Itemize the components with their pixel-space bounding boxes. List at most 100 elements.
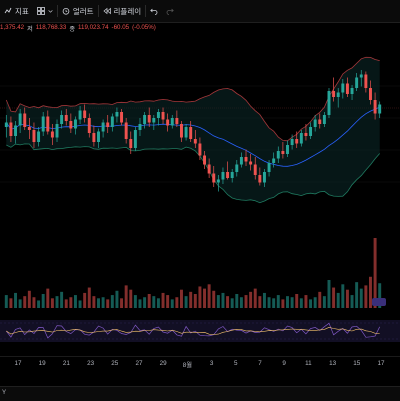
volume-bar <box>262 292 266 308</box>
candle-body <box>106 122 110 127</box>
volume-bar <box>207 284 211 308</box>
volume-bar <box>290 297 294 308</box>
candle-body <box>69 121 73 129</box>
candle-body <box>369 88 372 100</box>
redo-button[interactable] <box>162 0 178 22</box>
candle-body <box>235 164 239 172</box>
redo-icon <box>166 8 174 15</box>
candle-body <box>244 157 248 162</box>
volume-bar <box>97 298 100 308</box>
volume-bar <box>106 299 110 308</box>
band-fill <box>6 57 380 203</box>
grid-layout-icon <box>36 7 45 15</box>
time-tick-label: 7 <box>258 360 262 367</box>
legend-change-value: 119,023.74 <box>78 24 109 31</box>
indicators-button[interactable]: 지표 <box>0 0 33 22</box>
candle-body <box>152 118 156 123</box>
legend-close-key: 저 <box>27 26 33 33</box>
alarm-clock-icon <box>62 8 70 15</box>
candle-body <box>92 133 96 142</box>
volume-bar <box>92 296 96 308</box>
candle-body <box>46 116 50 132</box>
volume-bar <box>239 297 243 308</box>
volume-bar <box>9 298 13 308</box>
candle-body <box>212 173 216 183</box>
time-tick-label: 25 <box>111 360 119 367</box>
time-axis[interactable]: 17 19 21 23 25 27 29 8월 3 5 7 9 11 13 15 17 <box>0 356 400 371</box>
candle-body <box>14 125 17 136</box>
candle-body <box>78 110 82 120</box>
volume-bar <box>64 299 68 308</box>
replay-button[interactable]: 리플레이 <box>99 0 146 22</box>
volume-bar <box>345 289 349 308</box>
volume-badge <box>372 298 386 306</box>
candle-body <box>189 127 193 139</box>
price-chart[interactable] <box>0 36 400 356</box>
candle-body <box>281 151 285 154</box>
candle-body <box>309 127 313 136</box>
candle-body <box>258 175 262 183</box>
alert-button[interactable]: 얼러트 <box>58 0 98 22</box>
candle-body <box>147 115 151 123</box>
candle-body <box>304 133 308 136</box>
volume-bar <box>369 276 372 308</box>
candle-body <box>55 124 59 138</box>
volume-bar <box>32 297 36 308</box>
volume-bar <box>73 295 77 308</box>
volume-bar <box>244 295 248 308</box>
alert-label: 얼러트 <box>72 6 94 16</box>
legend-change-amount: -60.05 <box>111 24 130 31</box>
candle-body <box>18 113 22 126</box>
candle-body <box>41 116 45 132</box>
time-tick-label: 9 <box>282 360 286 367</box>
candle-body <box>332 91 336 97</box>
candle-body <box>129 139 133 148</box>
legend-low-value: 1,375.42 <box>0 24 25 31</box>
candle-body <box>322 115 326 124</box>
candle-body <box>50 131 54 138</box>
volume-bar <box>37 300 41 308</box>
volume-bar <box>198 286 202 308</box>
legend-change-percent: (-0.05%) <box>132 24 156 31</box>
volume-bar <box>322 296 326 308</box>
candle-body <box>60 115 64 124</box>
undo-button[interactable] <box>146 0 162 22</box>
volume-bar <box>27 290 31 308</box>
volume-bar <box>18 299 22 308</box>
volume-bar <box>175 297 179 308</box>
volume-bar <box>46 288 50 308</box>
volume-bar <box>147 294 151 308</box>
volume-bar <box>170 299 174 308</box>
indicators-label: 지표 <box>15 6 29 16</box>
volume-bar <box>332 287 336 308</box>
oscillator-background <box>0 320 400 342</box>
candle-body <box>143 115 147 124</box>
rewind-icon <box>102 7 111 15</box>
time-tick-label: 8월 <box>182 362 193 369</box>
candle-body <box>249 161 253 165</box>
volume-bar <box>230 298 234 308</box>
volume-bar <box>184 296 188 308</box>
volume-bar <box>226 296 230 308</box>
time-tick-label: 19 <box>38 360 46 367</box>
candle-body <box>37 131 41 142</box>
candle-body <box>184 127 188 138</box>
candle-body <box>101 122 105 132</box>
volume-bar <box>78 300 82 308</box>
candle-body <box>341 83 345 93</box>
volume-bar <box>295 294 299 308</box>
candle-body <box>198 143 202 156</box>
candle-body <box>193 139 197 144</box>
candle-body <box>133 130 137 148</box>
time-tick-label: 27 <box>135 360 143 367</box>
volume-bar <box>14 292 17 308</box>
candle-body <box>207 164 211 174</box>
layouts-button[interactable] <box>33 0 57 22</box>
volume-bar <box>267 297 271 308</box>
candle-body <box>359 74 363 78</box>
candle-body <box>239 157 243 165</box>
candle-body <box>4 122 8 127</box>
volume-bar <box>355 282 359 308</box>
volume-bar <box>364 285 368 308</box>
candle-body <box>313 119 317 127</box>
